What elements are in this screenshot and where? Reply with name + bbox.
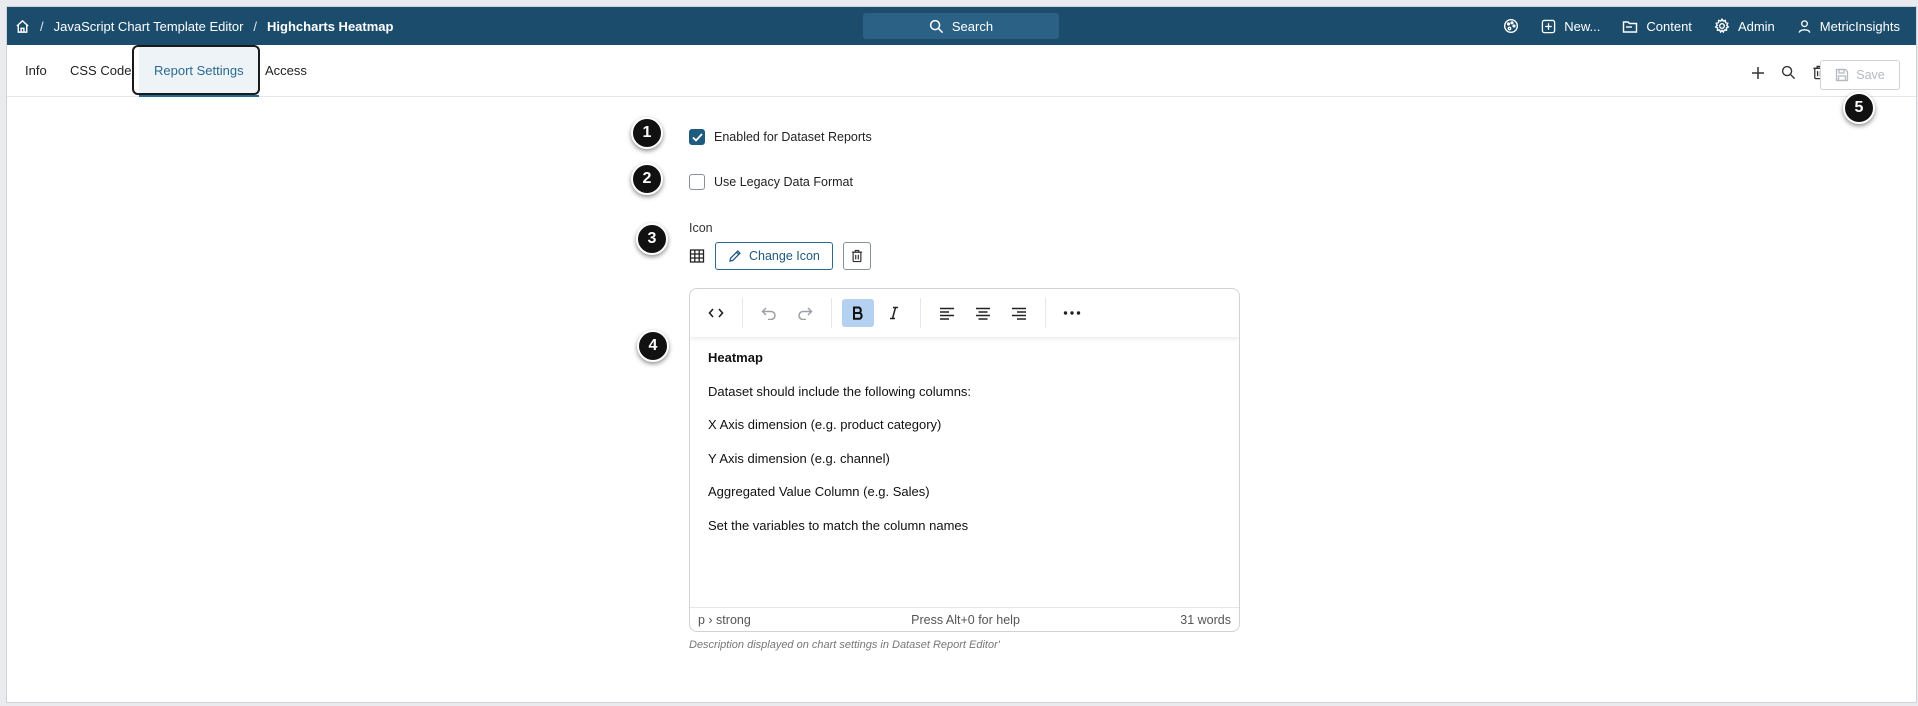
editor-heading: Heatmap: [708, 350, 763, 365]
editor-paragraph: Set the variables to match the column na…: [708, 517, 969, 533]
delete-icon-button[interactable]: [842, 242, 871, 270]
user-menu-button[interactable]: MetricInsights: [1797, 19, 1900, 34]
italic-button[interactable]: [878, 299, 910, 327]
breadcrumb-separator: /: [40, 18, 44, 34]
checkmark-icon: [691, 132, 703, 142]
legacy-data-format-label: Use Legacy Data Format: [714, 175, 853, 189]
content-label: Content: [1646, 18, 1692, 34]
save-label: Save: [1856, 68, 1885, 82]
tab-access[interactable]: Access: [265, 45, 307, 97]
trash-icon: [851, 249, 863, 263]
toolbar-group-history: [743, 298, 832, 328]
admin-label: Admin: [1737, 18, 1775, 34]
top-bar: / JavaScript Chart Template Editor / Hig…: [7, 7, 1916, 45]
tab-highlight-frame: [132, 45, 260, 95]
search-icon: [929, 19, 944, 34]
tabs-bar: Info CSS Code Report Settings Access: [7, 45, 1916, 97]
save-button[interactable]: Save: [1820, 60, 1900, 90]
callout-badge-2: 2: [631, 163, 663, 195]
icon-field-label: Icon: [689, 221, 713, 235]
word-count[interactable]: 31 words: [1180, 613, 1231, 627]
content-button[interactable]: Content: [1622, 19, 1692, 34]
callout-badge-5: 5: [1843, 92, 1875, 124]
undo-button[interactable]: [753, 299, 785, 327]
enabled-dataset-reports-row: Enabled for Dataset Reports: [689, 129, 872, 145]
legacy-data-format-row: Use Legacy Data Format: [689, 174, 853, 190]
admin-button[interactable]: Admin: [1714, 18, 1775, 34]
change-icon-button[interactable]: Change Icon: [715, 242, 833, 270]
add-icon[interactable]: [1751, 66, 1765, 80]
change-icon-label: Change Icon: [749, 249, 820, 263]
align-center-icon: [976, 307, 990, 320]
top-nav: New... Content Admin MetricInsights: [1503, 7, 1900, 45]
toolbar-group-align: [921, 298, 1046, 328]
redo-icon: [798, 307, 813, 320]
pencil-icon: [728, 249, 742, 263]
new-label: New...: [1564, 18, 1601, 34]
gear-icon: [1714, 18, 1730, 34]
toolbar-group-format: [832, 298, 921, 328]
more-button[interactable]: [1056, 299, 1088, 327]
toolbar-group-code: [700, 298, 743, 328]
element-path[interactable]: p › strong: [698, 613, 751, 627]
description-hint: Description displayed on chart settings …: [689, 639, 1000, 651]
align-center-button[interactable]: [967, 299, 999, 327]
palette-button[interactable]: [1503, 18, 1519, 34]
align-right-button[interactable]: [1003, 299, 1035, 327]
align-left-button[interactable]: [931, 299, 963, 327]
user-icon: [1797, 19, 1812, 34]
description-editor[interactable]: Heatmap Dataset should include the follo…: [689, 288, 1240, 632]
app-window: / JavaScript Chart Template Editor / Hig…: [6, 6, 1917, 703]
breadcrumb-item-current: Highcharts Heatmap: [267, 18, 394, 34]
bold-button[interactable]: [842, 299, 874, 327]
folder-icon: [1622, 19, 1638, 34]
redo-button[interactable]: [789, 299, 821, 327]
editor-toolbar: [690, 289, 1239, 337]
user-label: MetricInsights: [1819, 18, 1900, 34]
italic-icon: [890, 306, 898, 320]
search-icon[interactable]: [1781, 65, 1796, 80]
editor-paragraph: Aggregated Value Column (e.g. Sales): [708, 484, 930, 499]
editor-paragraph: Dataset should include the following col…: [708, 383, 972, 399]
page-tools: [1751, 65, 1826, 80]
toolbar-group-more: [1046, 298, 1098, 328]
editor-statusbar: p › strong Press Alt+0 for help 31 words: [690, 607, 1239, 631]
editor-paragraph: X Axis dimension (e.g. product category): [708, 417, 942, 432]
icon-field: Change Icon: [689, 242, 871, 270]
code-icon: [708, 308, 724, 318]
search-button[interactable]: Search: [863, 13, 1059, 39]
breadcrumb-separator: /: [253, 18, 258, 34]
tab-info[interactable]: Info: [25, 45, 47, 97]
editor-content[interactable]: Heatmap Dataset should include the follo…: [690, 337, 1239, 562]
plus-square-icon: [1541, 19, 1556, 34]
palette-icon: [1503, 18, 1519, 34]
callout-badge-4: 4: [637, 330, 669, 362]
enabled-dataset-reports-label: Enabled for Dataset Reports: [714, 130, 872, 144]
enabled-dataset-reports-checkbox[interactable]: [689, 129, 705, 145]
source-code-button[interactable]: [700, 299, 732, 327]
more-dots-icon: [1063, 311, 1081, 315]
home-icon[interactable]: [15, 19, 30, 34]
legacy-data-format-checkbox[interactable]: [689, 174, 705, 190]
editor-paragraph: Y Axis dimension (e.g. channel): [708, 450, 890, 466]
align-left-icon: [940, 307, 954, 320]
save-icon: [1835, 68, 1849, 82]
tab-css-code[interactable]: CSS Code: [70, 45, 131, 97]
new-button[interactable]: New...: [1541, 19, 1600, 34]
align-right-icon: [1012, 307, 1026, 320]
table-grid-icon: [689, 248, 705, 264]
breadcrumb-item-template-editor[interactable]: JavaScript Chart Template Editor: [54, 19, 244, 34]
callout-badge-3: 3: [636, 223, 668, 255]
breadcrumb: / JavaScript Chart Template Editor / Hig…: [7, 19, 393, 34]
help-hint: Press Alt+0 for help: [911, 612, 1020, 627]
callout-badge-1: 1: [631, 117, 663, 149]
undo-icon: [761, 307, 776, 320]
bold-icon: [853, 306, 863, 320]
search-label: Search: [951, 18, 994, 34]
